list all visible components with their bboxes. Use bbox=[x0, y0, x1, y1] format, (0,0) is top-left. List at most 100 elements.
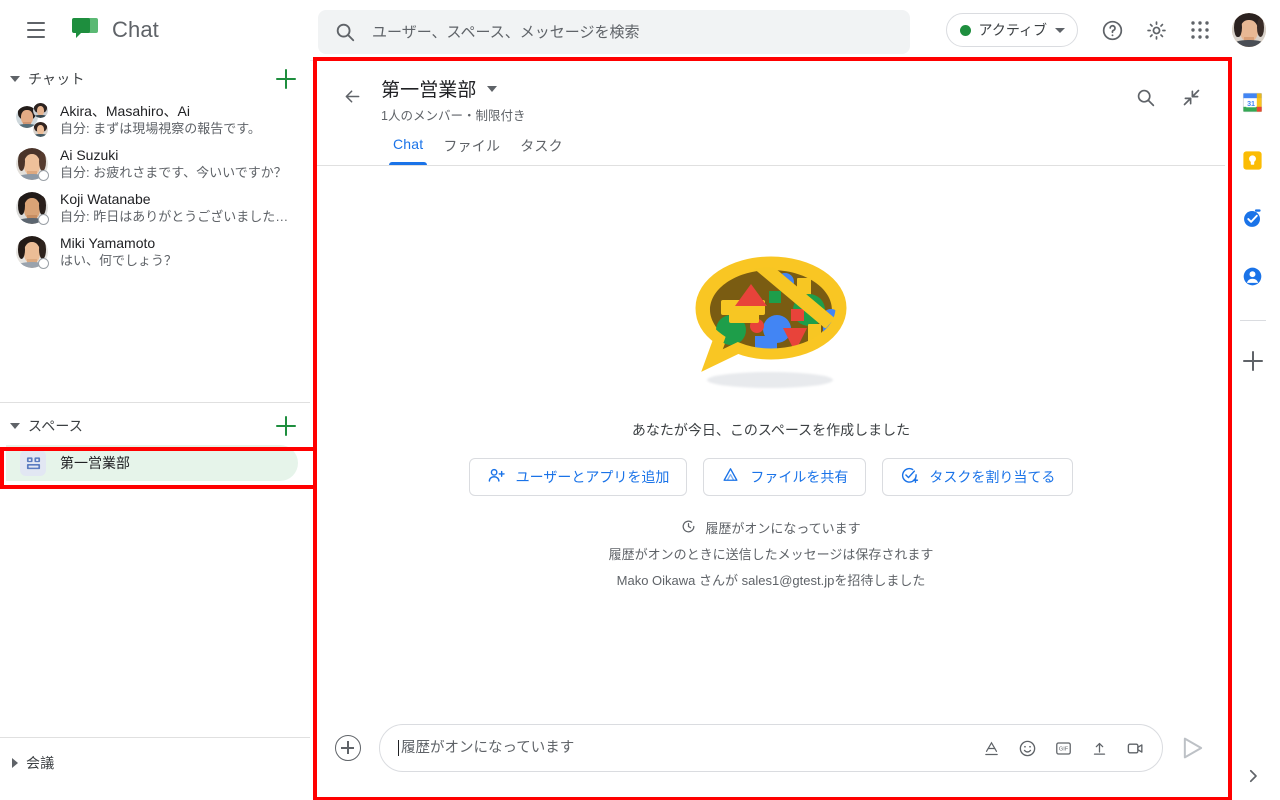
history-note: 履歴がオンのときに送信したメッセージは保存されます bbox=[608, 547, 934, 562]
chat-name: Koji Watanabe bbox=[60, 191, 151, 207]
app-title: Chat bbox=[112, 17, 159, 42]
list-item[interactable]: Koji Watanabe 自分: 昨日はありがとうございました… bbox=[0, 186, 310, 230]
new-chat-plus-icon[interactable] bbox=[276, 69, 296, 89]
tasks-icon[interactable] bbox=[1233, 198, 1273, 238]
list-item-content: Akira、Masahiro、Ai 自分: まずは現場視察の報告です。 bbox=[60, 103, 296, 137]
header-divider bbox=[317, 165, 1225, 166]
chat-snippet: 自分: お疲れさまです、今いいですか？ bbox=[60, 165, 287, 180]
meetings-section-title: 会議 bbox=[26, 755, 55, 771]
svg-text:31: 31 bbox=[1247, 99, 1255, 107]
composer-icons: GIF bbox=[980, 737, 1146, 759]
chat-title-block: 第一営業部 1人のメンバー・制限付き bbox=[381, 75, 1125, 124]
send-icon[interactable] bbox=[1179, 734, 1207, 762]
search-input[interactable] bbox=[372, 23, 894, 41]
space-title-dropdown[interactable]: 第一営業部 bbox=[381, 75, 1125, 102]
space-subtitle: 1人のメンバー・制限付き bbox=[381, 109, 526, 123]
message-composer: GIF bbox=[317, 724, 1225, 796]
share-file-button[interactable]: ファイルを共有 bbox=[703, 458, 867, 496]
avatar bbox=[16, 236, 49, 269]
upload-icon[interactable] bbox=[1088, 737, 1110, 759]
history-on-label: 履歴がオンになっています bbox=[705, 521, 861, 536]
gear-icon[interactable] bbox=[1136, 10, 1176, 50]
space-name: 第一営業部 bbox=[60, 455, 130, 471]
collapse-arrows-icon[interactable] bbox=[1171, 77, 1211, 117]
tab-chat[interactable]: Chat bbox=[383, 130, 433, 165]
arrow-left-icon[interactable] bbox=[335, 79, 369, 113]
assign-task-label: タスクを割り当てる bbox=[929, 469, 1056, 485]
invite-note: Mako Oikawa さんが sales1@gtest.jpを招待しました bbox=[616, 573, 926, 588]
page-title: 第一営業部 bbox=[381, 80, 477, 101]
message-input[interactable] bbox=[398, 740, 980, 756]
plus-circle-icon[interactable] bbox=[335, 735, 361, 761]
empty-state: あなたが今日、このスペースを作成しました ユーザーとアプリを追加 ファイルを共有… bbox=[317, 166, 1225, 724]
rail-divider bbox=[1239, 320, 1266, 321]
chat-bubble-logo-icon bbox=[70, 16, 100, 44]
chat-snippet: はい、何でしょう？ bbox=[60, 253, 178, 268]
assign-task-button[interactable]: タスクを割り当てる bbox=[882, 458, 1074, 496]
list-item-content: Miki Yamamoto はい、何でしょう？ bbox=[60, 235, 296, 269]
format-text-icon[interactable] bbox=[980, 737, 1002, 759]
chat-name: Miki Yamamoto bbox=[60, 235, 156, 251]
history-clock-icon bbox=[681, 519, 696, 537]
video-meeting-icon[interactable] bbox=[1124, 737, 1146, 759]
chat-snippet: 自分: 昨日はありがとうございました… bbox=[60, 209, 289, 224]
left-sidebar: チャット Akira、Masahiro、Ai 自分: まずは現場視察の報告です。 bbox=[0, 60, 310, 800]
list-item-content: Ai Suzuki 自分: お疲れさまです、今いいですか？ bbox=[60, 147, 296, 181]
sidebar-section-spaces[interactable]: スペース bbox=[0, 407, 310, 445]
chat-section-title: チャット bbox=[28, 71, 85, 87]
illustration-shadow bbox=[707, 372, 833, 388]
chat-name: Akira、Masahiro、Ai bbox=[60, 103, 190, 119]
apps-grid-icon[interactable] bbox=[1180, 10, 1220, 50]
status-selector[interactable]: アクティブ bbox=[945, 13, 1078, 47]
add-people-label: ユーザーとアプリを追加 bbox=[515, 469, 670, 485]
status-label: アクティブ bbox=[978, 22, 1047, 38]
emoji-icon[interactable] bbox=[1016, 737, 1038, 759]
list-item[interactable]: Akira、Masahiro、Ai 自分: まずは現場視察の報告です。 bbox=[0, 98, 310, 142]
hamburger-menu-icon[interactable] bbox=[12, 6, 60, 54]
calendar-icon[interactable]: 31 bbox=[1233, 82, 1273, 122]
tab-files[interactable]: ファイル bbox=[433, 130, 510, 165]
new-space-plus-icon[interactable] bbox=[276, 416, 296, 436]
space-created-text: あなたが今日、このスペースを作成しました bbox=[631, 422, 911, 438]
chevron-down-icon bbox=[10, 423, 20, 429]
chevron-down-icon bbox=[486, 85, 497, 92]
chevron-right-icon bbox=[1244, 767, 1262, 790]
spaces-section-title: スペース bbox=[28, 418, 84, 434]
expand-rail-button[interactable] bbox=[1225, 767, 1280, 790]
history-status: 履歴がオンになっています bbox=[681, 518, 861, 537]
search-icon bbox=[334, 21, 356, 43]
presence-badge-icon bbox=[38, 170, 49, 181]
help-circle-icon[interactable] bbox=[1092, 10, 1132, 50]
svg-text:GIF: GIF bbox=[1058, 746, 1068, 752]
chevron-down-icon bbox=[10, 76, 20, 82]
status-dot-icon bbox=[959, 24, 971, 36]
task-add-icon bbox=[900, 466, 919, 488]
avatar bbox=[16, 192, 49, 225]
sidebar-divider-bottom bbox=[0, 737, 310, 738]
avatar bbox=[16, 103, 48, 137]
contacts-icon[interactable] bbox=[1233, 256, 1273, 296]
add-app-button[interactable] bbox=[1233, 341, 1273, 381]
sidebar-section-meetings[interactable]: 会議 bbox=[0, 744, 310, 782]
avatar bbox=[16, 148, 49, 181]
person-add-icon bbox=[487, 466, 506, 488]
chat-tabs: Chat ファイル タスク bbox=[317, 130, 1225, 165]
chat-name: Ai Suzuki bbox=[60, 147, 119, 163]
sidebar-section-chat[interactable]: チャット bbox=[0, 60, 310, 98]
list-item-content: Koji Watanabe 自分: 昨日はありがとうございました… bbox=[60, 191, 296, 225]
list-item[interactable]: Miki Yamamoto はい、何でしょう？ bbox=[0, 230, 310, 274]
drive-icon bbox=[721, 466, 740, 488]
tab-tasks[interactable]: タスク bbox=[510, 130, 573, 165]
keep-icon[interactable] bbox=[1233, 140, 1273, 180]
presence-badge-icon bbox=[38, 258, 49, 269]
sidebar-item-space-first-sales[interactable]: 第一営業部 bbox=[6, 445, 298, 481]
search-bar[interactable] bbox=[318, 10, 910, 54]
add-people-and-apps-button[interactable]: ユーザーとアプリを追加 bbox=[468, 458, 688, 496]
search-icon[interactable] bbox=[1125, 77, 1165, 117]
message-input-bar[interactable]: GIF bbox=[379, 724, 1163, 772]
list-item[interactable]: Ai Suzuki 自分: お疲れさまです、今いいですか？ bbox=[0, 142, 310, 186]
presence-badge-icon bbox=[38, 214, 49, 225]
top-app-bar: Chat アクティブ bbox=[0, 0, 1280, 60]
user-avatar[interactable] bbox=[1232, 13, 1266, 47]
gif-icon[interactable]: GIF bbox=[1052, 737, 1074, 759]
